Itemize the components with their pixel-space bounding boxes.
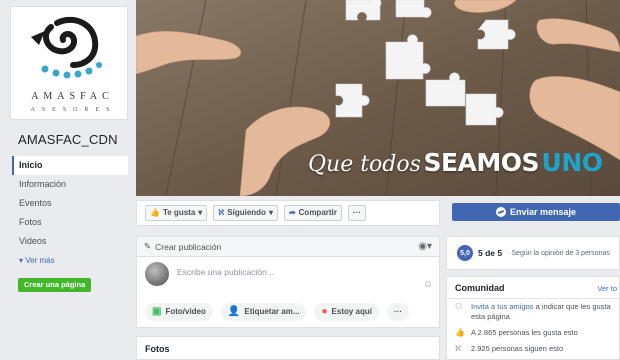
composer-actions: ▣ Foto/video 👤 Etiquetar am... ● Estoy a… (137, 303, 439, 321)
community-see-all-link[interactable]: Ver to (597, 284, 617, 293)
pencil-icon: ✎ (144, 241, 152, 251)
tag-friends-label: Etiquetar am... (244, 307, 300, 316)
following-button-label: Siguiendo (227, 208, 266, 217)
composer-header[interactable]: ✎ Crear publicación ◉▾ (137, 237, 439, 257)
avatar (145, 262, 169, 286)
composer-title: Crear publicación (155, 241, 222, 252)
chevron-down-icon: ▾ (198, 208, 203, 217)
share-button-label: Compartir (298, 208, 337, 217)
thumbs-up-icon: 👍 (150, 208, 160, 217)
check-in-button[interactable]: ● Estoy aquí (314, 303, 379, 321)
page-nav: Inicio Información Eventos Fotos Videos … (12, 156, 128, 270)
share-arrow-icon: ➦ (288, 208, 296, 217)
composer-body: Escribe una publicación... ☺ (137, 257, 439, 291)
rss-icon: ℵ (455, 344, 461, 353)
invite-friends-link[interactable]: Invita a tus amigos (471, 302, 534, 311)
audience-selector-icon[interactable]: ◉▾ (418, 241, 432, 252)
check-in-label: Estoy aquí (331, 307, 372, 316)
photo-video-label: Foto/video (165, 307, 206, 316)
following-button[interactable]: ℵ Siguiendo ▾ (213, 205, 278, 221)
tag-friends-button[interactable]: 👤 Etiquetar am... (220, 303, 307, 321)
rss-icon: ℵ (218, 208, 225, 217)
nav-item-fotos[interactable]: Fotos (12, 213, 128, 232)
community-followers-row: ℵ 2.925 personas siguen esto (447, 341, 619, 357)
nav-see-more[interactable]: ▾ Ver más (12, 251, 128, 270)
slogan-script: Que todos (308, 152, 421, 177)
community-header: Comunidad Ver to (447, 277, 619, 299)
left-sidebar: AMASFAC ASESORES AMASFAC_CDN Inicio Info… (0, 0, 132, 360)
photos-section-title[interactable]: Fotos (136, 336, 440, 360)
thumbs-up-icon: 👍 (455, 328, 465, 337)
community-invite-text: Invita a tus amigos a indicar que les gu… (471, 302, 611, 322)
community-likes-text: A 2.865 personas les gusta esto (471, 328, 578, 337)
send-message-label: Enviar mensaje (509, 207, 577, 217)
nav-item-eventos[interactable]: Eventos (12, 194, 128, 213)
page-title[interactable]: AMASFAC_CDN (18, 132, 118, 147)
nav-item-informacion[interactable]: Información (12, 175, 128, 194)
logo-tagline: ASESORES (30, 107, 117, 113)
cover-slogan: Que todos SEAMOS UNO (308, 148, 603, 177)
chevron-down-icon: ▾ (268, 208, 273, 217)
tag-person-icon: 👤 (227, 306, 241, 317)
community-title: Comunidad (455, 283, 505, 293)
community-likes-row: 👍 A 2.865 personas les gusta esto (447, 325, 619, 341)
rating-badge: 5,0 (457, 245, 473, 261)
page-profile-picture[interactable]: AMASFAC ASESORES (10, 6, 128, 120)
post-composer: ✎ Crear publicación ◉▾ Escribe una publi… (136, 236, 440, 328)
page-action-bar: 👍 Te gusta ▾ ℵ Siguiendo ▾ ➦ Compartir ·… (136, 200, 440, 226)
cover-photo[interactable]: Que todos SEAMOS UNO (136, 0, 620, 196)
community-invite-row: ⚇ Invita a tus amigos a indicar que les … (447, 299, 619, 325)
location-pin-icon: ● (321, 306, 328, 317)
amasfac-logo-icon (31, 16, 102, 79)
nav-item-inicio[interactable]: Inicio (12, 156, 128, 175)
invite-friends-icon: ⚇ (455, 302, 463, 311)
community-followers-text: 2.925 personas siguen esto (471, 344, 564, 353)
create-page-button[interactable]: Crear una página (18, 278, 92, 292)
slogan-accent: UNO (541, 148, 603, 177)
nav-item-videos[interactable]: Videos (12, 232, 128, 251)
composer-more-button[interactable]: ··· (386, 303, 409, 321)
rating-card[interactable]: 5,0 5 de 5 · Según la opinión de 3 perso… (446, 236, 620, 270)
composer-input[interactable]: Escribe una publicación... (177, 267, 274, 277)
more-options-button[interactable]: ··· (347, 205, 366, 221)
logo-wordmark: AMASFAC (31, 91, 114, 102)
like-button-label: Te gusta (162, 208, 196, 217)
photo-video-button[interactable]: ▣ Foto/video (145, 303, 213, 321)
photo-icon: ▣ (152, 306, 162, 317)
like-button[interactable]: 👍 Te gusta ▾ (145, 205, 208, 221)
share-button[interactable]: ➦ Compartir (283, 205, 342, 221)
messenger-icon (495, 207, 506, 217)
rating-sub: · Según la opinión de 3 personas (507, 249, 610, 257)
send-message-button[interactable]: Enviar mensaje (452, 203, 620, 221)
emoji-icon[interactable]: ☺ (423, 279, 433, 290)
rating-main: 5 de 5 (478, 248, 503, 258)
community-card: Comunidad Ver to ⚇ Invita a tus amigos a… (446, 276, 620, 360)
slogan-bold: SEAMOS (423, 148, 540, 177)
nav-see-more-label: Ver más (25, 256, 55, 265)
